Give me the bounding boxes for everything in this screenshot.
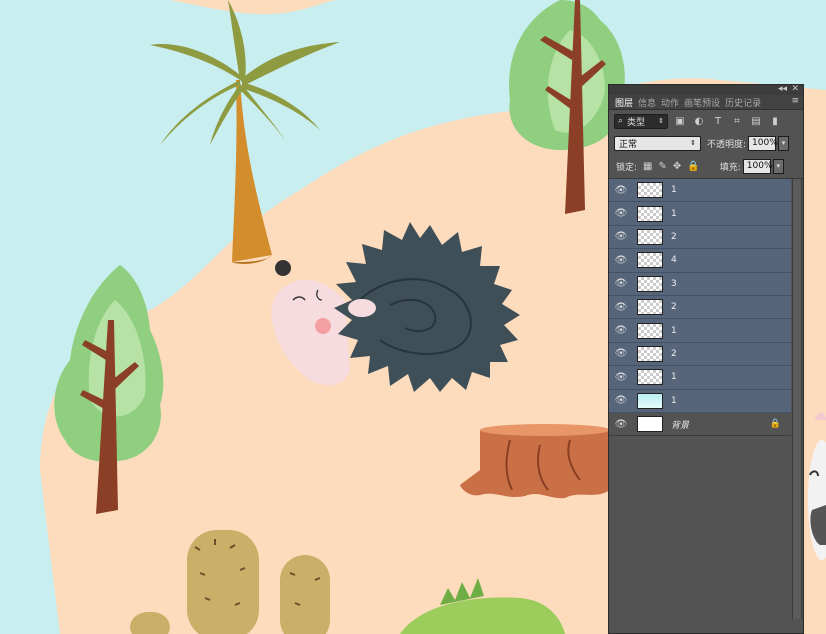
fill-input[interactable]: 100% bbox=[742, 158, 773, 174]
layer-row[interactable]: 👁 1 bbox=[609, 179, 791, 203]
fill-label: 填充: bbox=[719, 162, 741, 173]
eye-icon[interactable]: 👁 bbox=[609, 302, 633, 313]
panel-menu-icon[interactable]: ≡ bbox=[791, 96, 799, 106]
eye-icon[interactable]: 👁 bbox=[609, 419, 633, 430]
layer-row[interactable]: 👁 4 bbox=[609, 249, 791, 273]
eye-icon[interactable]: 👁 bbox=[609, 208, 633, 219]
type-filter-icon[interactable]: T bbox=[711, 114, 725, 128]
eye-icon[interactable]: 👁 bbox=[609, 185, 633, 196]
eye-icon[interactable]: 👁 bbox=[609, 325, 633, 336]
layer-list[interactable]: 👁 1 👁 1 👁 2 👁 4 👁 3 👁 2 👁 1 👁 2 👁 1 👁 1 👁 背景 🔒 bbox=[609, 179, 791, 437]
lock-position-icon[interactable]: ✥ bbox=[673, 161, 681, 172]
layer-thumbnail bbox=[637, 205, 663, 222]
eye-icon[interactable]: 👁 bbox=[609, 372, 633, 383]
tab-history[interactable]: 历史记录 bbox=[725, 96, 761, 109]
layer-name: 2 bbox=[671, 231, 677, 242]
eye-icon[interactable]: 👁 bbox=[609, 231, 633, 242]
filter-kind-select[interactable]: ⌕ 类型 ⇕ bbox=[614, 113, 668, 129]
layer-name: 背景 bbox=[671, 420, 690, 431]
layer-list-scrollbar[interactable] bbox=[792, 179, 802, 619]
layer-name: 1 bbox=[671, 395, 677, 406]
layer-row[interactable]: 👁 1 bbox=[609, 202, 791, 226]
layer-name: 2 bbox=[671, 348, 677, 359]
layer-thumbnail bbox=[637, 299, 663, 316]
blend-row: 正常 ⇕ 不透明度: 100% ▾ bbox=[609, 132, 803, 154]
layer-thumbnail bbox=[637, 392, 663, 409]
adjustment-filter-icon[interactable]: ◐ bbox=[692, 114, 706, 128]
filter-kind-value: 类型 bbox=[627, 117, 646, 128]
layer-name: 3 bbox=[671, 278, 677, 289]
layer-thumbnail bbox=[637, 228, 663, 245]
eye-icon[interactable]: 👁 bbox=[609, 395, 633, 406]
layer-thumbnail bbox=[637, 345, 663, 362]
layer-row-background[interactable]: 👁 背景 🔒 bbox=[609, 412, 791, 437]
lock-image-pixels-icon[interactable]: ✎ bbox=[659, 161, 667, 172]
layer-name: 1 bbox=[671, 372, 677, 383]
fill-dropdown-button[interactable]: ▾ bbox=[772, 158, 784, 174]
layer-name: 1 bbox=[671, 185, 677, 196]
layer-thumbnail bbox=[637, 252, 663, 269]
tab-info[interactable]: 信息 bbox=[638, 96, 656, 109]
tree-stump bbox=[460, 424, 610, 499]
blend-mode-value: 正常 bbox=[619, 139, 638, 150]
lock-label: 锁定: bbox=[616, 162, 638, 173]
layer-row[interactable]: 👁 1 bbox=[609, 366, 791, 390]
layer-name: 2 bbox=[671, 302, 677, 313]
tab-layers[interactable]: 图层 bbox=[615, 96, 633, 109]
chevron-updown-icon: ⇕ bbox=[690, 139, 696, 147]
layers-panel[interactable]: ◂◂ ✕ 图层 信息 动作 画笔预设 历史记录 ≡ ⌕ 类型 ⇕ ▣ ◐ T ⌗… bbox=[608, 84, 804, 634]
layer-row[interactable]: 👁 2 bbox=[609, 342, 791, 367]
lock-all-icon[interactable]: 🔒 bbox=[687, 161, 699, 172]
layer-row[interactable]: 👁 3 bbox=[609, 272, 791, 296]
tab-brush-presets[interactable]: 画笔预设 bbox=[684, 96, 720, 109]
layer-name: 4 bbox=[671, 255, 677, 266]
lock-transparent-pixels-icon[interactable]: ▦ bbox=[643, 161, 652, 172]
layer-row[interactable]: 👁 1 bbox=[609, 319, 791, 343]
opacity-input[interactable]: 100% bbox=[748, 135, 778, 151]
panel-tabs: 图层 信息 动作 画笔预设 历史记录 ≡ bbox=[609, 95, 803, 110]
smart-object-filter-icon[interactable]: ▤ bbox=[749, 114, 763, 128]
layer-thumbnail bbox=[637, 322, 663, 339]
panel-title-bar[interactable]: ◂◂ ✕ bbox=[609, 84, 803, 95]
shape-filter-icon[interactable]: ⌗ bbox=[730, 114, 744, 128]
layer-thumbnail bbox=[637, 275, 663, 292]
layer-name: 1 bbox=[671, 325, 677, 336]
layer-thumbnail bbox=[637, 416, 663, 433]
opacity-dropdown-button[interactable]: ▾ bbox=[778, 135, 790, 151]
tab-actions[interactable]: 动作 bbox=[661, 96, 679, 109]
chevron-updown-icon: ⇕ bbox=[658, 117, 664, 125]
close-panel-button[interactable]: ✕ bbox=[791, 84, 799, 94]
eye-icon[interactable]: 👁 bbox=[609, 348, 633, 359]
layer-row[interactable]: 👁 1 bbox=[609, 389, 791, 413]
filter-toggle-icon[interactable]: ▮ bbox=[768, 114, 782, 128]
eye-icon[interactable]: 👁 bbox=[609, 255, 633, 266]
layer-thumbnail bbox=[637, 182, 663, 199]
lock-row: 锁定: ▦ ✎ ✥ 🔒 填充: 100% ▾ bbox=[609, 154, 803, 179]
layer-thumbnail bbox=[637, 369, 663, 386]
layer-filter-row: ⌕ 类型 ⇕ ▣ ◐ T ⌗ ▤ ▮ bbox=[609, 110, 803, 132]
collapse-panel-button[interactable]: ◂◂ bbox=[778, 84, 787, 94]
lock-icon: 🔒 bbox=[769, 419, 781, 430]
scrollbar-thumb[interactable] bbox=[793, 179, 801, 619]
image-filter-icon[interactable]: ▣ bbox=[673, 114, 687, 128]
layer-row[interactable]: 👁 2 bbox=[609, 225, 791, 250]
opacity-label: 不透明度: bbox=[707, 139, 747, 150]
blend-mode-select[interactable]: 正常 ⇕ bbox=[614, 135, 701, 151]
layer-row[interactable]: 👁 2 bbox=[609, 295, 791, 320]
layer-name: 1 bbox=[671, 208, 677, 219]
search-icon: ⌕ bbox=[618, 116, 624, 126]
eye-icon[interactable]: 👁 bbox=[609, 278, 633, 289]
